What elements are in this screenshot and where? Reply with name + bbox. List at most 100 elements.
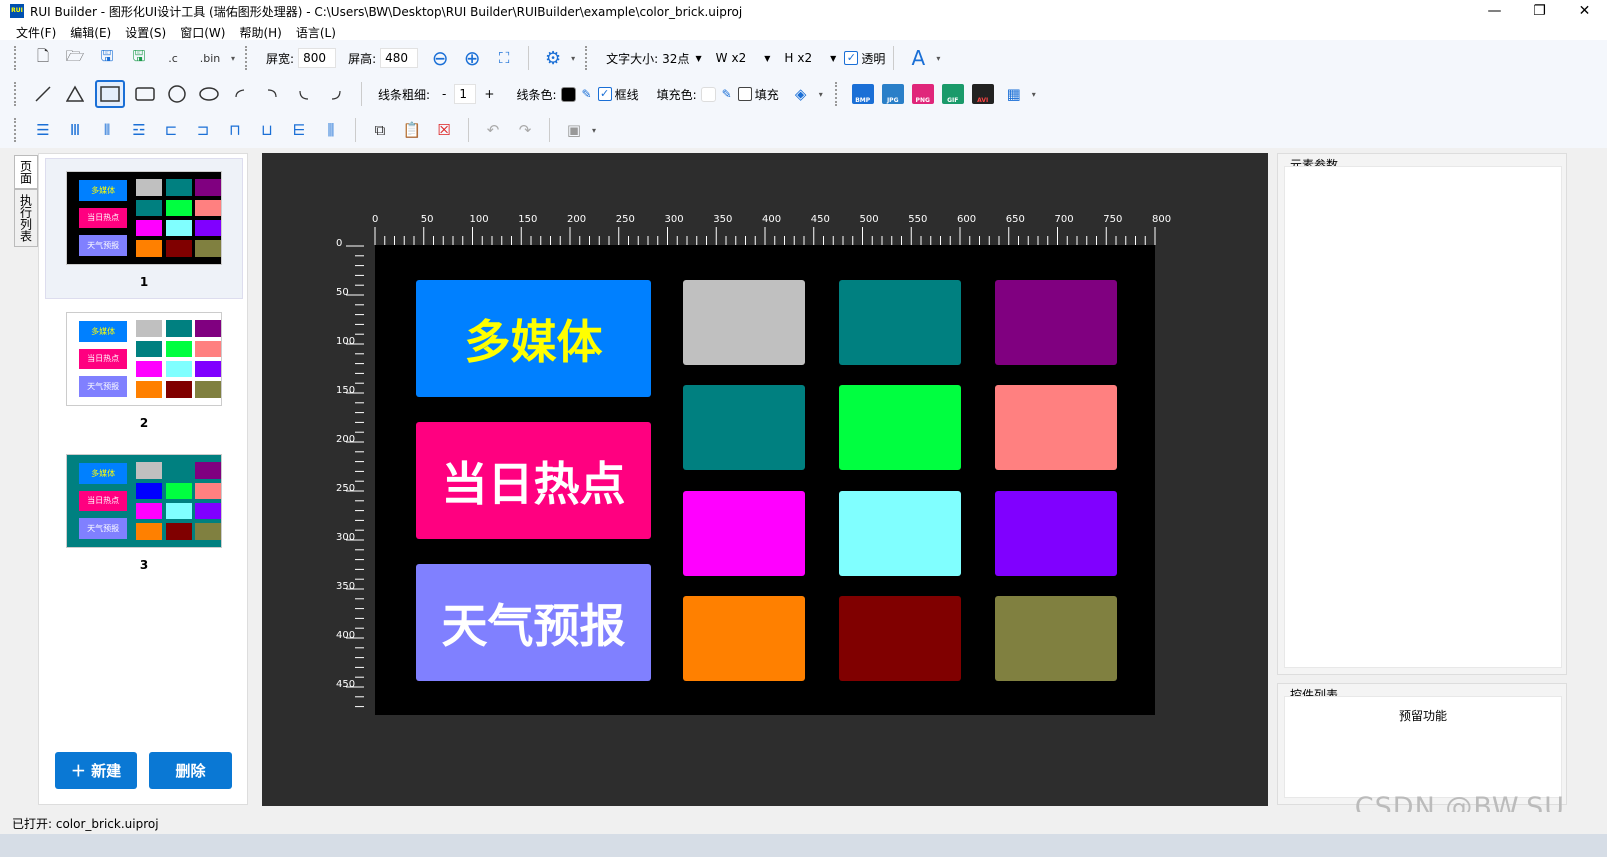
open-folder-icon[interactable]: 🗁	[63, 46, 87, 70]
color-brick[interactable]	[839, 280, 961, 365]
tab-execution-list[interactable]: 执行列表	[14, 189, 38, 247]
bmp-icon[interactable]: BMP	[851, 84, 874, 104]
save-icon[interactable]: 🖫	[95, 46, 119, 70]
color-brick[interactable]	[995, 280, 1117, 365]
color-brick[interactable]	[683, 596, 805, 681]
arc-tool-2-icon[interactable]	[261, 82, 285, 106]
page-thumbnail-3[interactable]: 多媒体 当日热点 天气预报 3	[45, 442, 243, 582]
align-top-icon[interactable]: ⊓	[223, 118, 247, 142]
toolbar-overflow-icon[interactable]: ▾	[592, 126, 596, 135]
toolbar-grip[interactable]	[14, 46, 17, 70]
toolbar-grip[interactable]	[245, 46, 248, 70]
layer-icon[interactable]: ▣	[562, 118, 586, 142]
copy-icon[interactable]: ⧉	[368, 118, 392, 142]
weather-button[interactable]: 天气预报	[416, 564, 651, 681]
color-brick[interactable]	[839, 596, 961, 681]
toolbar-grip[interactable]	[834, 82, 838, 106]
toolbar-overflow-icon[interactable]: ▾	[1032, 90, 1036, 99]
multimedia-button[interactable]: 多媒体	[416, 280, 651, 397]
w-scale-select[interactable]: x2 ▼	[731, 51, 770, 65]
font-size-select[interactable]: 32点 ▼	[662, 50, 701, 67]
export-bin-button[interactable]: .bin	[195, 46, 225, 70]
line-width-plus-button[interactable]: +	[484, 87, 494, 101]
distribute-horizontal-icon[interactable]: Ⅲ	[63, 118, 87, 142]
color-brick[interactable]	[839, 491, 961, 576]
screen-preview[interactable]: 多媒体 当日热点 天气预报	[375, 245, 1155, 715]
arc-tool-icon[interactable]	[229, 82, 253, 106]
toolbar-overflow-icon[interactable]: ▾	[819, 90, 823, 99]
zoom-in-icon[interactable]: ⊕	[460, 46, 484, 70]
fit-screen-icon[interactable]: ⛶	[492, 46, 516, 70]
triangle-tool-icon[interactable]	[63, 82, 87, 106]
paste-icon[interactable]: 📋	[400, 118, 424, 142]
gif-icon[interactable]: GIF	[941, 84, 964, 104]
align-bottom-icon[interactable]: ⊔	[255, 118, 279, 142]
line-width-field[interactable]: 1	[454, 84, 477, 104]
circle-tool-icon[interactable]	[165, 82, 189, 106]
eyedropper-icon[interactable]: ✎	[582, 87, 592, 101]
toolbar-overflow-icon[interactable]: ▾	[571, 54, 575, 63]
transparent-checkbox[interactable]: ✓	[844, 51, 859, 65]
color-brick[interactable]	[683, 385, 805, 470]
delete-element-icon[interactable]: ☒	[432, 118, 456, 142]
same-size-icon[interactable]: ⫼	[319, 118, 343, 142]
zoom-out-icon[interactable]: ⊖	[428, 46, 452, 70]
menu-help[interactable]: 帮助(H)	[239, 24, 281, 41]
avi-icon[interactable]: AVI	[971, 84, 994, 104]
toolbar-overflow-icon[interactable]: ▾	[231, 54, 235, 63]
paint-bucket-icon[interactable]: ◈	[789, 82, 813, 106]
ellipse-tool-icon[interactable]	[197, 82, 221, 106]
undo-icon[interactable]: ↶	[481, 118, 505, 142]
align-right-icon[interactable]: ⊐	[191, 118, 215, 142]
menu-window[interactable]: 窗口(W)	[180, 24, 225, 41]
frame-checkbox[interactable]: ✓	[597, 87, 612, 101]
png-icon[interactable]: PNG	[911, 84, 934, 104]
toolbar-grip[interactable]	[14, 82, 17, 106]
font-icon[interactable]: A	[906, 46, 930, 70]
design-canvas[interactable]: 0 50 100 150 200 250 300 350 400 450 500 550 600 650 7…	[262, 153, 1268, 806]
h-scale-select[interactable]: x2 ▼	[797, 51, 836, 65]
line-color-swatch[interactable]	[560, 86, 576, 102]
new-file-icon[interactable]: 🗋	[31, 46, 55, 70]
jpg-icon[interactable]: JPG	[881, 84, 904, 104]
align-middle-icon[interactable]: ⋿	[287, 118, 311, 142]
eyedropper-icon[interactable]: ✎	[722, 87, 732, 101]
menu-language[interactable]: 语言(L)	[296, 24, 336, 41]
tab-pages[interactable]: 页面	[14, 155, 38, 189]
redo-icon[interactable]: ↷	[513, 118, 537, 142]
save-as-icon[interactable]: 🖫	[127, 46, 151, 70]
color-brick[interactable]	[995, 385, 1117, 470]
color-brick[interactable]	[839, 385, 961, 470]
line-width-minus-button[interactable]: -	[442, 87, 446, 101]
minimize-icon[interactable]: —	[1472, 0, 1517, 22]
color-brick[interactable]	[683, 280, 805, 365]
menu-settings[interactable]: 设置(S)	[125, 24, 166, 41]
menu-edit[interactable]: 编辑(E)	[70, 24, 111, 41]
qr-code-icon[interactable]: ▦	[1002, 82, 1026, 106]
color-brick[interactable]	[995, 596, 1117, 681]
fill-checkbox[interactable]	[737, 87, 752, 101]
screen-width-field[interactable]: 800	[298, 48, 337, 68]
page-thumbnail-2[interactable]: 多媒体 当日热点 天气预报 2	[45, 300, 243, 440]
arc-tool-3-icon[interactable]	[293, 82, 317, 106]
arc-tool-4-icon[interactable]	[325, 82, 349, 106]
hot-topics-button[interactable]: 当日热点	[416, 422, 651, 539]
distribute-vertical-icon[interactable]: ☰	[31, 118, 55, 142]
export-c-button[interactable]: .c	[159, 46, 187, 70]
page-thumbnail-1[interactable]: 多媒体 当日热点 天气预报 1	[45, 158, 243, 299]
close-icon[interactable]: ✕	[1562, 0, 1607, 22]
color-brick[interactable]	[995, 491, 1117, 576]
align-left-icon[interactable]: ⊏	[159, 118, 183, 142]
delete-page-button[interactable]: 删除	[149, 752, 232, 789]
rectangle-tool-icon[interactable]	[95, 80, 125, 108]
equal-spacing-icon[interactable]: ⦀	[95, 118, 119, 142]
fill-color-swatch[interactable]	[700, 86, 716, 102]
toolbar-grip[interactable]	[585, 46, 588, 70]
color-brick[interactable]	[683, 491, 805, 576]
new-page-button[interactable]: ＋ 新建	[55, 752, 137, 789]
toolbar-overflow-icon[interactable]: ▾	[936, 54, 940, 63]
align-center-v-icon[interactable]: ☲	[127, 118, 151, 142]
rounded-rect-tool-icon[interactable]	[133, 82, 157, 106]
maximize-icon[interactable]: ❐	[1517, 0, 1562, 22]
screen-height-field[interactable]: 480	[380, 48, 419, 68]
